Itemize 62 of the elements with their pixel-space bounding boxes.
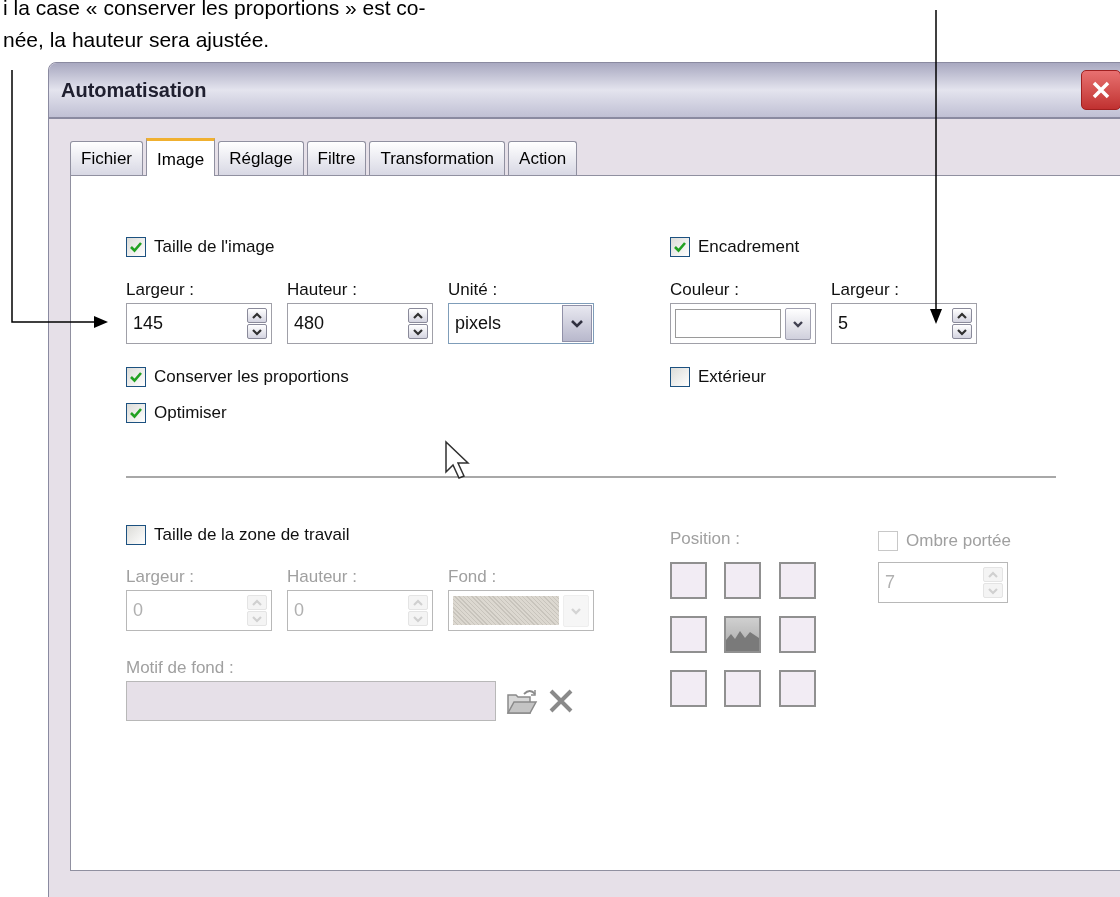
- file-path-field[interactable]: [126, 681, 496, 721]
- position-cell[interactable]: [670, 616, 707, 653]
- checkbox-label: Taille de l'image: [154, 236, 275, 259]
- clear-icon[interactable]: [548, 688, 574, 714]
- checkbox-label: Taille de la zone de travail: [154, 524, 350, 547]
- unit-dropdown[interactable]: pixels: [448, 303, 594, 344]
- checkbox[interactable]: [670, 367, 690, 387]
- field-label: Hauteur :: [287, 279, 358, 299]
- position-cell[interactable]: [778, 670, 816, 707]
- spin-field[interactable]: 5: [831, 303, 977, 344]
- field-label: Largeur :: [831, 279, 901, 299]
- check-icon: [673, 240, 687, 254]
- tab[interactable]: Image: [146, 138, 216, 176]
- checkbox[interactable]: [126, 525, 146, 545]
- spin-field[interactable]: 145: [126, 303, 272, 344]
- spin-button[interactable]: [952, 308, 972, 323]
- position-cell[interactable]: [778, 616, 816, 653]
- position-cell[interactable]: [670, 562, 707, 599]
- tab[interactable]: Action: [508, 141, 578, 175]
- position-cell[interactable]: [670, 670, 707, 707]
- spin-field[interactable]: 480: [287, 303, 433, 344]
- field-label: Motif de fond :: [126, 657, 235, 677]
- color-picker[interactable]: [670, 303, 816, 344]
- checkbox[interactable]: [126, 367, 146, 387]
- field-label: Largeur :: [126, 279, 196, 299]
- annotation-text: née, la hauteur sera ajustée.: [3, 27, 271, 53]
- position-cell[interactable]: [724, 616, 762, 653]
- close-button[interactable]: [1081, 70, 1120, 110]
- field-label: Couleur :: [670, 279, 740, 299]
- checkbox[interactable]: [670, 237, 690, 257]
- close-icon: [1090, 79, 1112, 101]
- field-label: Largeur :: [126, 566, 196, 586]
- position-cell[interactable]: [724, 670, 762, 707]
- check-icon: [129, 370, 143, 384]
- checkbox[interactable]: [126, 403, 146, 423]
- checkbox-label: Conserver les proportions: [154, 366, 349, 389]
- position-cell[interactable]: [778, 562, 816, 599]
- pattern-picker[interactable]: [448, 590, 594, 631]
- checkbox-label: Optimiser: [154, 402, 227, 425]
- checkbox-label: Ombre portée: [906, 530, 1011, 553]
- spin-button[interactable]: [247, 308, 267, 323]
- check-icon: [129, 406, 143, 420]
- tab[interactable]: Transformation: [369, 141, 506, 175]
- field-label: Hauteur :: [287, 566, 358, 586]
- mouse-cursor-icon: [445, 440, 470, 479]
- spin-button[interactable]: [408, 324, 428, 339]
- tab[interactable]: Fichier: [70, 141, 143, 175]
- spin-button[interactable]: [247, 324, 267, 339]
- spin-button[interactable]: [408, 308, 428, 323]
- tab[interactable]: Filtre: [306, 141, 367, 175]
- field-label: Position :: [670, 528, 741, 548]
- position-cell[interactable]: [724, 562, 762, 599]
- annotation-text: i la case « conserver les proportions » est co-: [3, 0, 427, 21]
- spin-button[interactable]: [952, 324, 972, 339]
- checkbox[interactable]: [126, 237, 146, 257]
- field-label: Unité :: [448, 279, 499, 299]
- check-icon: [129, 240, 143, 254]
- window-title: Automatisation: [61, 78, 207, 103]
- checkbox-label: Encadrement: [698, 236, 800, 259]
- checkbox-label: Extérieur: [698, 366, 767, 389]
- tab[interactable]: Réglage: [218, 141, 304, 175]
- field-label: Fond :: [448, 566, 498, 586]
